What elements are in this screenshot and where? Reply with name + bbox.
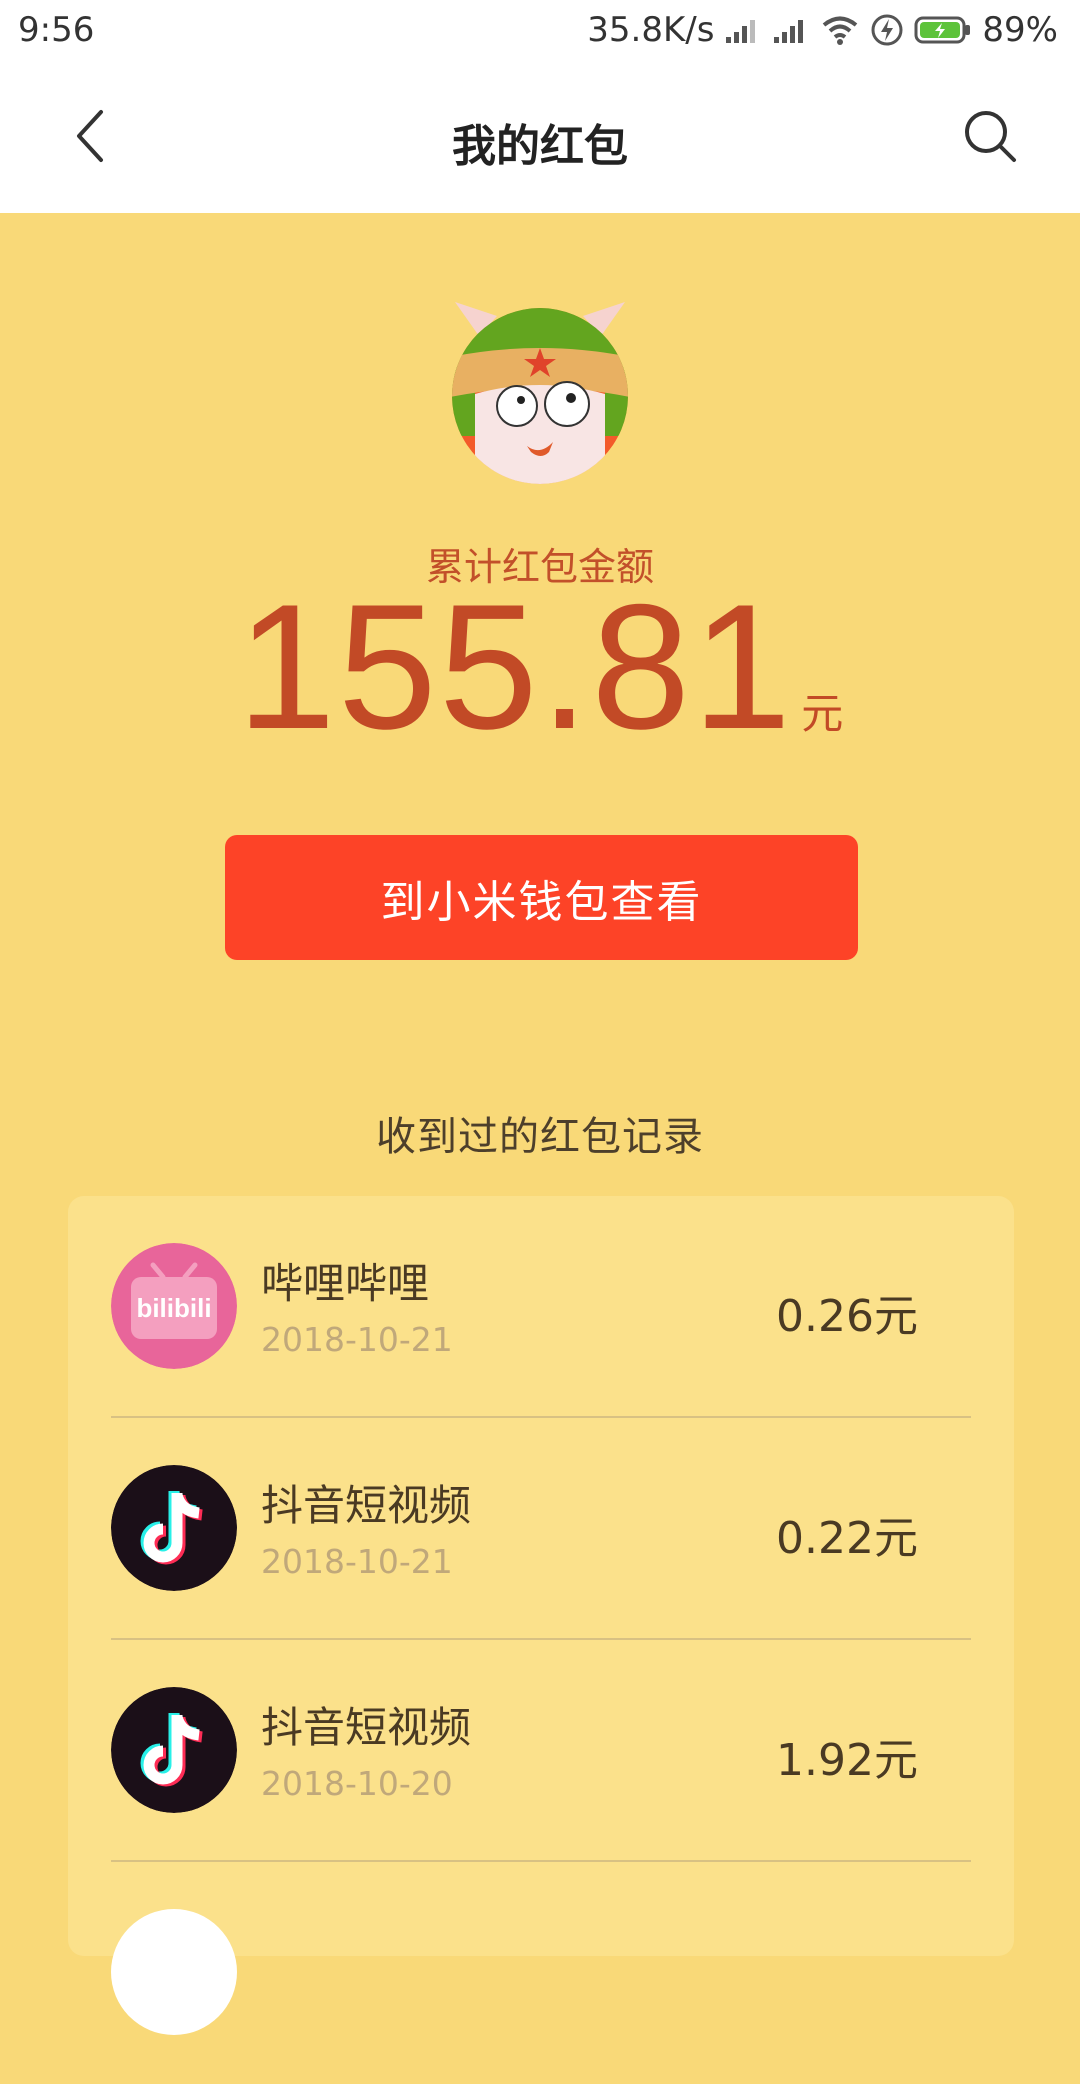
page-title: 我的红包 bbox=[452, 121, 628, 172]
record-amount: 0.22元 bbox=[776, 1513, 918, 1564]
record-amount: 1.92元 bbox=[776, 1735, 918, 1786]
total-amount-value: 155.81 bbox=[236, 567, 794, 766]
bilibili-icon: bilibili bbox=[111, 1243, 237, 1369]
status-time: 9:56 bbox=[18, 10, 95, 50]
search-button[interactable] bbox=[960, 106, 1020, 166]
status-bar: 9:56 35.8K/s 89% bbox=[0, 0, 1080, 62]
mi-bunny-avatar-icon bbox=[452, 302, 628, 484]
record-date: 2018-10-21 bbox=[261, 1542, 453, 1581]
records-title: 收到过的红包记录 bbox=[376, 1114, 704, 1160]
total-amount-unit: 元 bbox=[801, 689, 844, 738]
svg-text:bilibili: bilibili bbox=[136, 1293, 211, 1323]
record-name: 哔哩哔哩 bbox=[261, 1259, 430, 1308]
list-item[interactable]: 抖音短视频 2018-10-21 0.22元 bbox=[68, 1418, 1014, 1640]
record-name: 抖音短视频 bbox=[261, 1703, 472, 1752]
list-item[interactable]: bilibili 哔哩哔哩 2018-10-21 0.26元 bbox=[68, 1196, 1014, 1418]
charging-icon bbox=[871, 14, 903, 46]
signal-icon bbox=[774, 20, 804, 43]
status-icons: 35.8K/s 89% bbox=[587, 10, 1058, 50]
list-item[interactable] bbox=[68, 1862, 1014, 2084]
battery-icon bbox=[914, 16, 971, 44]
wifi-icon bbox=[823, 16, 858, 45]
battery-percent: 89% bbox=[982, 10, 1058, 50]
records-list: bilibili 哔哩哔哩 2018-10-21 0.26元 抖音短视频 201… bbox=[68, 1196, 1014, 2035]
avatar bbox=[445, 296, 635, 486]
total-amount: 155.81 元 bbox=[0, 578, 1080, 756]
signal-icon bbox=[726, 20, 756, 43]
record-date: 2018-10-20 bbox=[261, 1764, 453, 1803]
view-in-mi-wallet-button[interactable]: 到小米钱包查看 bbox=[225, 835, 858, 960]
douyin-icon bbox=[111, 1687, 237, 1813]
record-name: 抖音短视频 bbox=[261, 1481, 472, 1530]
record-amount: 0.26元 bbox=[776, 1291, 918, 1342]
douyin-icon bbox=[111, 1465, 237, 1591]
search-icon bbox=[965, 111, 1016, 162]
top-bar: 9:56 35.8K/s 89% 我的红包 bbox=[0, 0, 1080, 213]
record-date: 2018-10-21 bbox=[261, 1320, 453, 1359]
app-icon bbox=[111, 1909, 237, 2035]
network-speed: 35.8K/s bbox=[587, 10, 715, 50]
header: 我的红包 bbox=[0, 62, 1080, 213]
list-item[interactable]: 抖音短视频 2018-10-20 1.92元 bbox=[68, 1640, 1014, 1862]
